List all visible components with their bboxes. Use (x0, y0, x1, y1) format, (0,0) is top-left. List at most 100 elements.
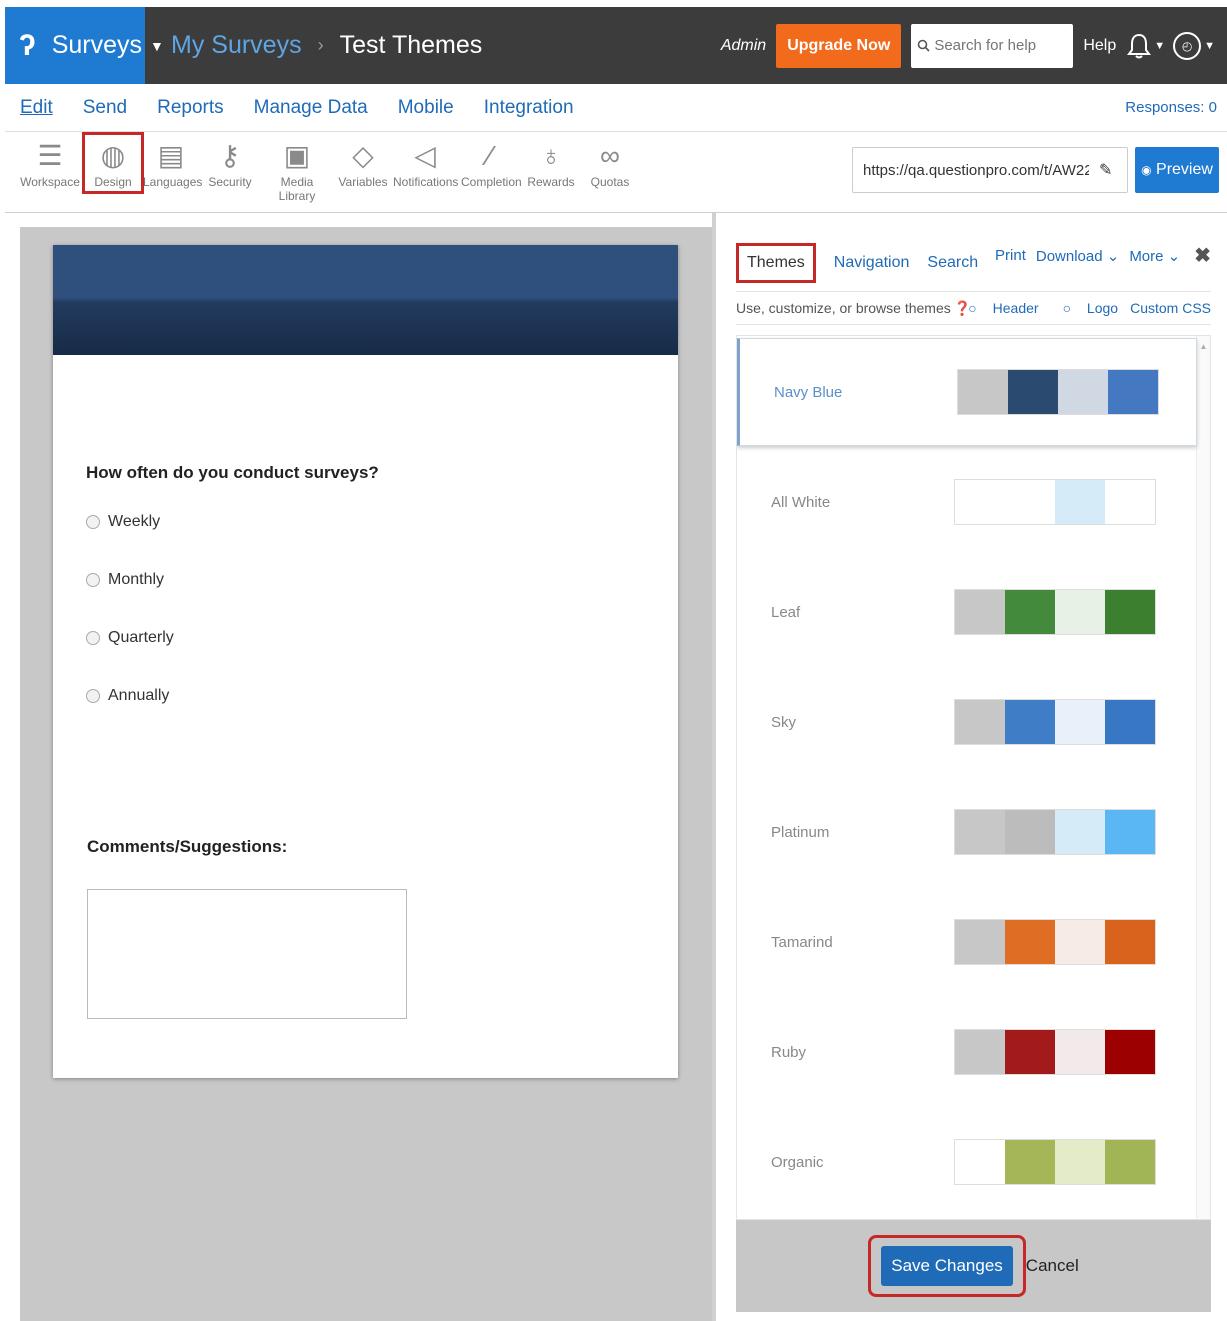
color-swatch (1008, 370, 1058, 414)
search-icon (918, 39, 930, 52)
theme-platinum[interactable]: Platinum (737, 778, 1197, 886)
caret-down-icon: ▼ (1154, 39, 1166, 52)
menu-mobile[interactable]: Mobile (398, 97, 454, 119)
tool-label: Completion (461, 175, 522, 189)
question-text: How often do you conduct surveys? (86, 463, 379, 482)
tool-languages[interactable]: ▤ Languages (143, 137, 203, 189)
user-avatar-icon[interactable]: ◴ (1173, 31, 1202, 60)
option-monthly[interactable]: Monthly (86, 571, 164, 589)
option-annually[interactable]: Annually (86, 687, 169, 705)
surveys-label: Surveys (51, 31, 142, 59)
link-icon: ∞ (600, 140, 620, 171)
radio-button[interactable] (86, 515, 100, 529)
color-swatch (1055, 480, 1105, 524)
custom-css-link[interactable]: Custom CSS (1130, 300, 1211, 316)
logo-label: Logo (1086, 300, 1119, 316)
list-icon: ☰ (37, 140, 63, 171)
theme-list[interactable]: ▲ Navy Blue All White Leaf Sky Platinum Tamar… (736, 335, 1211, 1220)
theme-name: Organic (771, 1153, 824, 1171)
top-right-controls: Admin Upgrade Now Help ▼ ◴ ▼ (721, 7, 1215, 84)
themes-hint: Use, customize, or browse themes (736, 300, 951, 316)
radio-button[interactable] (86, 631, 100, 645)
color-swatch (1055, 1140, 1105, 1184)
option-weekly[interactable]: Weekly (86, 513, 160, 531)
surveys-menu-button[interactable]: ʔ Surveys ▼ (5, 7, 164, 84)
logo-option[interactable]: ○ Logo (1051, 300, 1119, 316)
tool-media-library[interactable]: ▣ Media Library (261, 137, 333, 203)
more-dropdown[interactable]: More ⌄ (1129, 247, 1180, 265)
radio-circle-icon: ○ (1062, 300, 1072, 316)
tool-label: Rewards (527, 175, 575, 189)
breadcrumb-my-surveys[interactable]: My Surveys (171, 31, 302, 60)
panel-footer: Save Changes Cancel (736, 1220, 1211, 1312)
questionpro-logo-icon: ʔ (19, 28, 36, 62)
color-swatch (955, 920, 1005, 964)
tool-label: Languages (143, 175, 203, 189)
theme-list-scrollbar[interactable]: ▲ (1196, 336, 1210, 1219)
header-option[interactable]: ○ Header (956, 300, 1038, 316)
page-title: Test Themes (339, 31, 483, 59)
responses-count[interactable]: Responses: 0 (1125, 99, 1217, 116)
cancel-link[interactable]: Cancel (1026, 1256, 1079, 1276)
close-icon[interactable]: ✖ (1194, 243, 1211, 268)
color-swatch (1005, 700, 1055, 744)
chevron-right-icon: › (317, 35, 324, 55)
color-swatch (1105, 920, 1155, 964)
tool-design[interactable]: ◍ Design (82, 132, 144, 194)
preview-label: Preview (1156, 161, 1213, 178)
tool-notifications[interactable]: ◁ Notifications (393, 137, 458, 189)
tab-themes[interactable]: Themes (736, 243, 816, 283)
radio-button[interactable] (86, 689, 100, 703)
tool-variables[interactable]: ◇ Variables (337, 137, 389, 189)
print-link[interactable]: Print (995, 247, 1026, 264)
survey-url-field[interactable]: https://qa.questionpro.com/t/AW22ZS4Dt ✎ (852, 147, 1128, 193)
tool-quotas[interactable]: ∞ Quotas (585, 137, 635, 189)
scroll-up-icon[interactable]: ▲ (1197, 342, 1210, 351)
theme-sky[interactable]: Sky (737, 668, 1197, 776)
tool-completion[interactable]: ⁄ Completion (461, 137, 522, 189)
color-swatch (955, 810, 1005, 854)
download-dropdown[interactable]: Download ⌄ (1036, 247, 1119, 265)
help-search-box[interactable] (911, 23, 1074, 68)
color-swatch (1108, 370, 1158, 414)
bell-icon[interactable] (1126, 32, 1152, 60)
search-input[interactable] (934, 37, 1065, 54)
theme-swatches (957, 369, 1159, 415)
header-label: Header (992, 300, 1039, 316)
menu-send[interactable]: Send (83, 97, 127, 119)
theme-ruby[interactable]: Ruby (737, 998, 1197, 1106)
menu-edit[interactable]: Edit (20, 97, 53, 119)
comments-textarea[interactable] (87, 889, 407, 1019)
menu-manage-data[interactable]: Manage Data (254, 97, 368, 119)
tool-rewards[interactable]: ♁ Rewards (525, 137, 577, 189)
panel-actions: Print Download ⌄ More ⌄ ✖ (985, 243, 1211, 268)
option-quarterly[interactable]: Quarterly (86, 629, 174, 647)
theme-tamarind[interactable]: Tamarind (737, 888, 1197, 996)
key-icon: ⚷ (219, 140, 241, 171)
pencil-icon[interactable]: ✎ (1099, 160, 1112, 180)
preview-button[interactable]: ◉ Preview (1135, 147, 1219, 193)
color-swatch (1105, 1140, 1155, 1184)
admin-link[interactable]: Admin (721, 37, 766, 55)
palette-icon: ◍ (100, 140, 126, 171)
design-side-panel: Themes Navigation Search Print Download … (716, 213, 1227, 1321)
tool-security[interactable]: ⚷ Security (203, 137, 257, 189)
menu-reports[interactable]: Reports (157, 97, 224, 119)
color-swatch (1055, 590, 1105, 634)
menu-integration[interactable]: Integration (484, 97, 574, 119)
theme-all-white[interactable]: All White (737, 448, 1197, 556)
upgrade-now-button[interactable]: Upgrade Now (776, 23, 902, 68)
tab-search[interactable]: Search (927, 254, 978, 272)
tab-navigation[interactable]: Navigation (834, 254, 910, 272)
help-link[interactable]: Help (1083, 37, 1116, 55)
megaphone-icon: ◁ (414, 140, 436, 171)
wand-icon: ⁄ (487, 140, 493, 171)
tool-label: Workspace (20, 175, 80, 189)
theme-navy-blue[interactable]: Navy Blue (737, 338, 1197, 446)
save-changes-button[interactable]: Save Changes (881, 1246, 1013, 1286)
radio-button[interactable] (86, 573, 100, 587)
theme-leaf[interactable]: Leaf (737, 558, 1197, 666)
theme-organic[interactable]: Organic (737, 1108, 1197, 1216)
themes-sub-links: ○ Header ○ Logo Custom CSS (944, 300, 1211, 316)
tool-workspace[interactable]: ☰ Workspace (19, 137, 81, 189)
